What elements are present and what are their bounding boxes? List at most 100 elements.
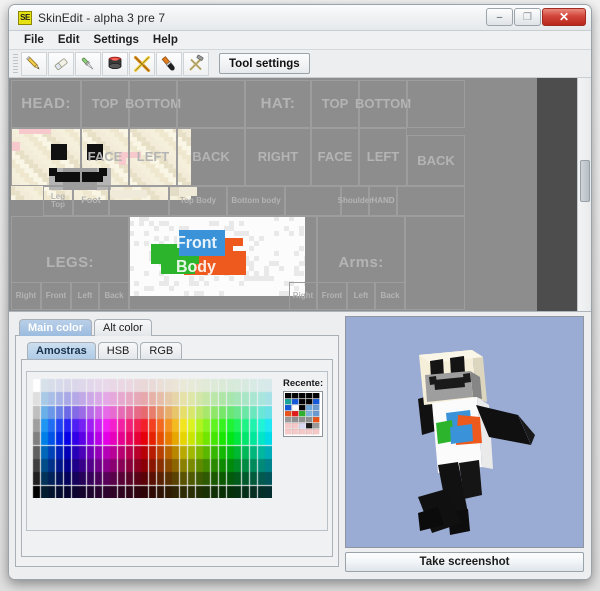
skin-region-cell[interactable]: LEFT [129, 128, 177, 186]
eyedropper-icon[interactable] [75, 51, 101, 76]
toolbar-grip[interactable] [13, 53, 18, 74]
skin-region-cell[interactable]: HAT: [245, 80, 311, 128]
toolbar: Tool settings [9, 50, 591, 78]
skin-region-cell[interactable]: TOP [81, 80, 129, 128]
skin-region-label: FACE [87, 149, 123, 165]
skin-subregion-label: Left [353, 290, 369, 300]
skin-region-cell[interactable] [407, 80, 465, 128]
skin-region-cell[interactable] [11, 128, 81, 186]
preview-panel: Take screenshot [343, 312, 589, 579]
skin-region-cell[interactable] [397, 186, 465, 216]
maximize-button[interactable]: ❐ [514, 8, 541, 26]
menubar: File Edit Settings Help [9, 31, 591, 50]
skin-subregion-cell[interactable]: Front [41, 282, 71, 310]
skin-subregion-cell[interactable]: Front [317, 282, 347, 310]
skin-region-label: BOTTOM [354, 96, 412, 112]
skin-region-cell[interactable]: Leg Top [43, 186, 73, 216]
skin-region-cell[interactable]: Bottom body [227, 186, 285, 216]
skin-grid[interactable]: HEAD: TOP BOTTOM HAT: TOP BOTTOM FACE LEFT BACK R… [9, 78, 537, 311]
skin-region-cell[interactable]: FACE [81, 128, 129, 186]
skin-region-label: Shoulder [337, 195, 373, 205]
skin-region-label: RIGHT [257, 149, 299, 165]
skin-region-cell[interactable]: BACK [177, 128, 245, 186]
skin-region-cell[interactable]: BACK [407, 135, 465, 186]
skin-region-label: HAT: [260, 95, 296, 113]
skin-region-cell[interactable]: Shoulder [338, 186, 372, 216]
skin-subregion-label: Right [15, 290, 37, 300]
color-tab-content: Amostras HSB RGB Recente: [15, 335, 339, 567]
skin-region-cell[interactable]: Foot [73, 186, 109, 216]
skin-region-cell[interactable]: HEAD: [11, 80, 81, 128]
eraser-icon[interactable] [48, 51, 74, 76]
skin-subregion-cell[interactable]: Right [289, 282, 317, 310]
color-mode-tabs: Main color Alt color [15, 318, 339, 336]
skin-region-label: Foot [81, 195, 101, 206]
skin-region-cell[interactable]: RIGHT [245, 128, 311, 186]
skin-region-cell[interactable]: HAND [369, 186, 397, 216]
skin-region-cell[interactable]: TOP [311, 80, 359, 128]
skin-3d-preview[interactable] [345, 316, 584, 548]
skin-region-cell[interactable]: Top Body [169, 186, 227, 216]
skinedit-window: SE SkinEdit - alpha 3 pre 7 – ❐ ✕ File Ed… [8, 4, 592, 580]
app-icon: SE [18, 10, 32, 25]
menu-help[interactable]: Help [146, 33, 185, 47]
character-render[interactable] [346, 317, 583, 547]
window-titlebar[interactable]: SE SkinEdit - alpha 3 pre 7 – ❐ ✕ [9, 5, 591, 31]
skin-region-label: TOP [321, 96, 349, 112]
skin-editor-canvas[interactable]: HEAD: TOP BOTTOM HAT: TOP BOTTOM FACE LEFT BACK R… [9, 78, 591, 312]
skin-subregion-label: Right [292, 290, 314, 300]
skin-region-label: LEGS: [46, 254, 94, 272]
color-palette-grid[interactable] [32, 378, 272, 498]
skin-subregion-cell[interactable]: Back [375, 282, 405, 310]
close-button[interactable]: ✕ [542, 8, 586, 26]
skin-subregion-cell[interactable]: Left [71, 282, 99, 310]
skin-subregion-cell[interactable]: Right [11, 282, 41, 310]
paint-bucket-icon[interactable] [102, 51, 128, 76]
menu-file[interactable]: File [17, 33, 51, 47]
skin-region-cell[interactable] [285, 186, 341, 216]
minimize-button[interactable]: – [486, 8, 513, 26]
skin-region-label: BACK [417, 152, 455, 168]
skin-subregion-label: Back [104, 290, 124, 300]
take-screenshot-button[interactable]: Take screenshot [345, 552, 584, 572]
skin-subregion-label: Front [45, 290, 67, 300]
window-controls: – ❐ ✕ [486, 8, 586, 26]
skin-region-cell[interactable] [177, 80, 245, 128]
skin-region-label: Arms: [338, 254, 384, 272]
swatch-area: Recente: [26, 371, 328, 531]
skin-region-cell[interactable] [405, 216, 465, 310]
pencil-icon[interactable] [21, 51, 47, 76]
skin-subregion-cell[interactable]: Left [347, 282, 375, 310]
menu-edit[interactable]: Edit [51, 33, 87, 47]
tab-alt-color[interactable]: Alt color [94, 319, 152, 336]
skin-region-cell[interactable]: BOTTOM [125, 80, 181, 128]
editor-vertical-scrollbar[interactable] [577, 78, 591, 311]
skin-region-label: LEFT [366, 149, 400, 165]
hammer-icon[interactable] [183, 51, 209, 76]
recent-colors-grid[interactable] [285, 393, 320, 435]
skin-region-cell[interactable]: FACE [311, 128, 359, 186]
scrollbar-thumb[interactable] [580, 160, 590, 202]
skin-region-cell[interactable]: LEFT [359, 128, 407, 186]
tab-hsb[interactable]: HSB [97, 342, 139, 359]
tool-settings-button[interactable]: Tool settings [219, 53, 310, 74]
palette-wrapper[interactable] [32, 378, 272, 503]
swatches-tab-content: Recente: [21, 359, 333, 557]
skin-region-cell[interactable]: BOTTOM [355, 80, 411, 128]
skin-subregion-cell[interactable]: Back [99, 282, 129, 310]
menu-settings[interactable]: Settings [87, 33, 146, 47]
brush-icon[interactable] [156, 51, 182, 76]
color-format-tabs: Amostras HSB RGB [21, 341, 333, 359]
skin-region-label: BOTTOM [124, 96, 182, 112]
recent-colors-box[interactable] [283, 391, 323, 437]
noise-icon[interactable] [129, 51, 155, 76]
tool-button-group [21, 51, 210, 76]
skin-region-label: HEAD: [21, 95, 71, 113]
skin-region-label: TOP [91, 96, 119, 112]
tab-main-color[interactable]: Main color [19, 319, 93, 336]
skin-subregion-label: Front [321, 290, 343, 300]
tab-amostras[interactable]: Amostras [27, 342, 96, 359]
skin-region-cell[interactable] [109, 186, 169, 216]
skin-subregion-label: Back [380, 290, 400, 300]
tab-rgb[interactable]: RGB [140, 342, 183, 359]
